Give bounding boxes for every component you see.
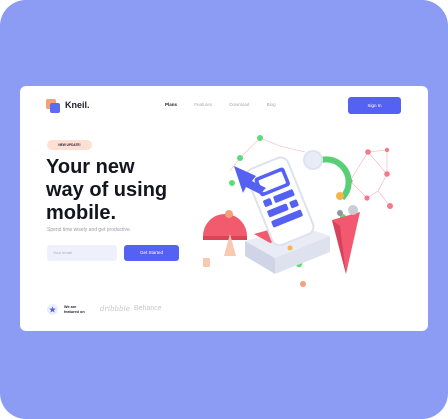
hero-illustration [203, 135, 393, 287]
landing-page-card: Kneil. Plans Features Download Blog Sign… [20, 86, 428, 331]
background-frame: Kneil. Plans Features Download Blog Sign… [0, 0, 448, 419]
